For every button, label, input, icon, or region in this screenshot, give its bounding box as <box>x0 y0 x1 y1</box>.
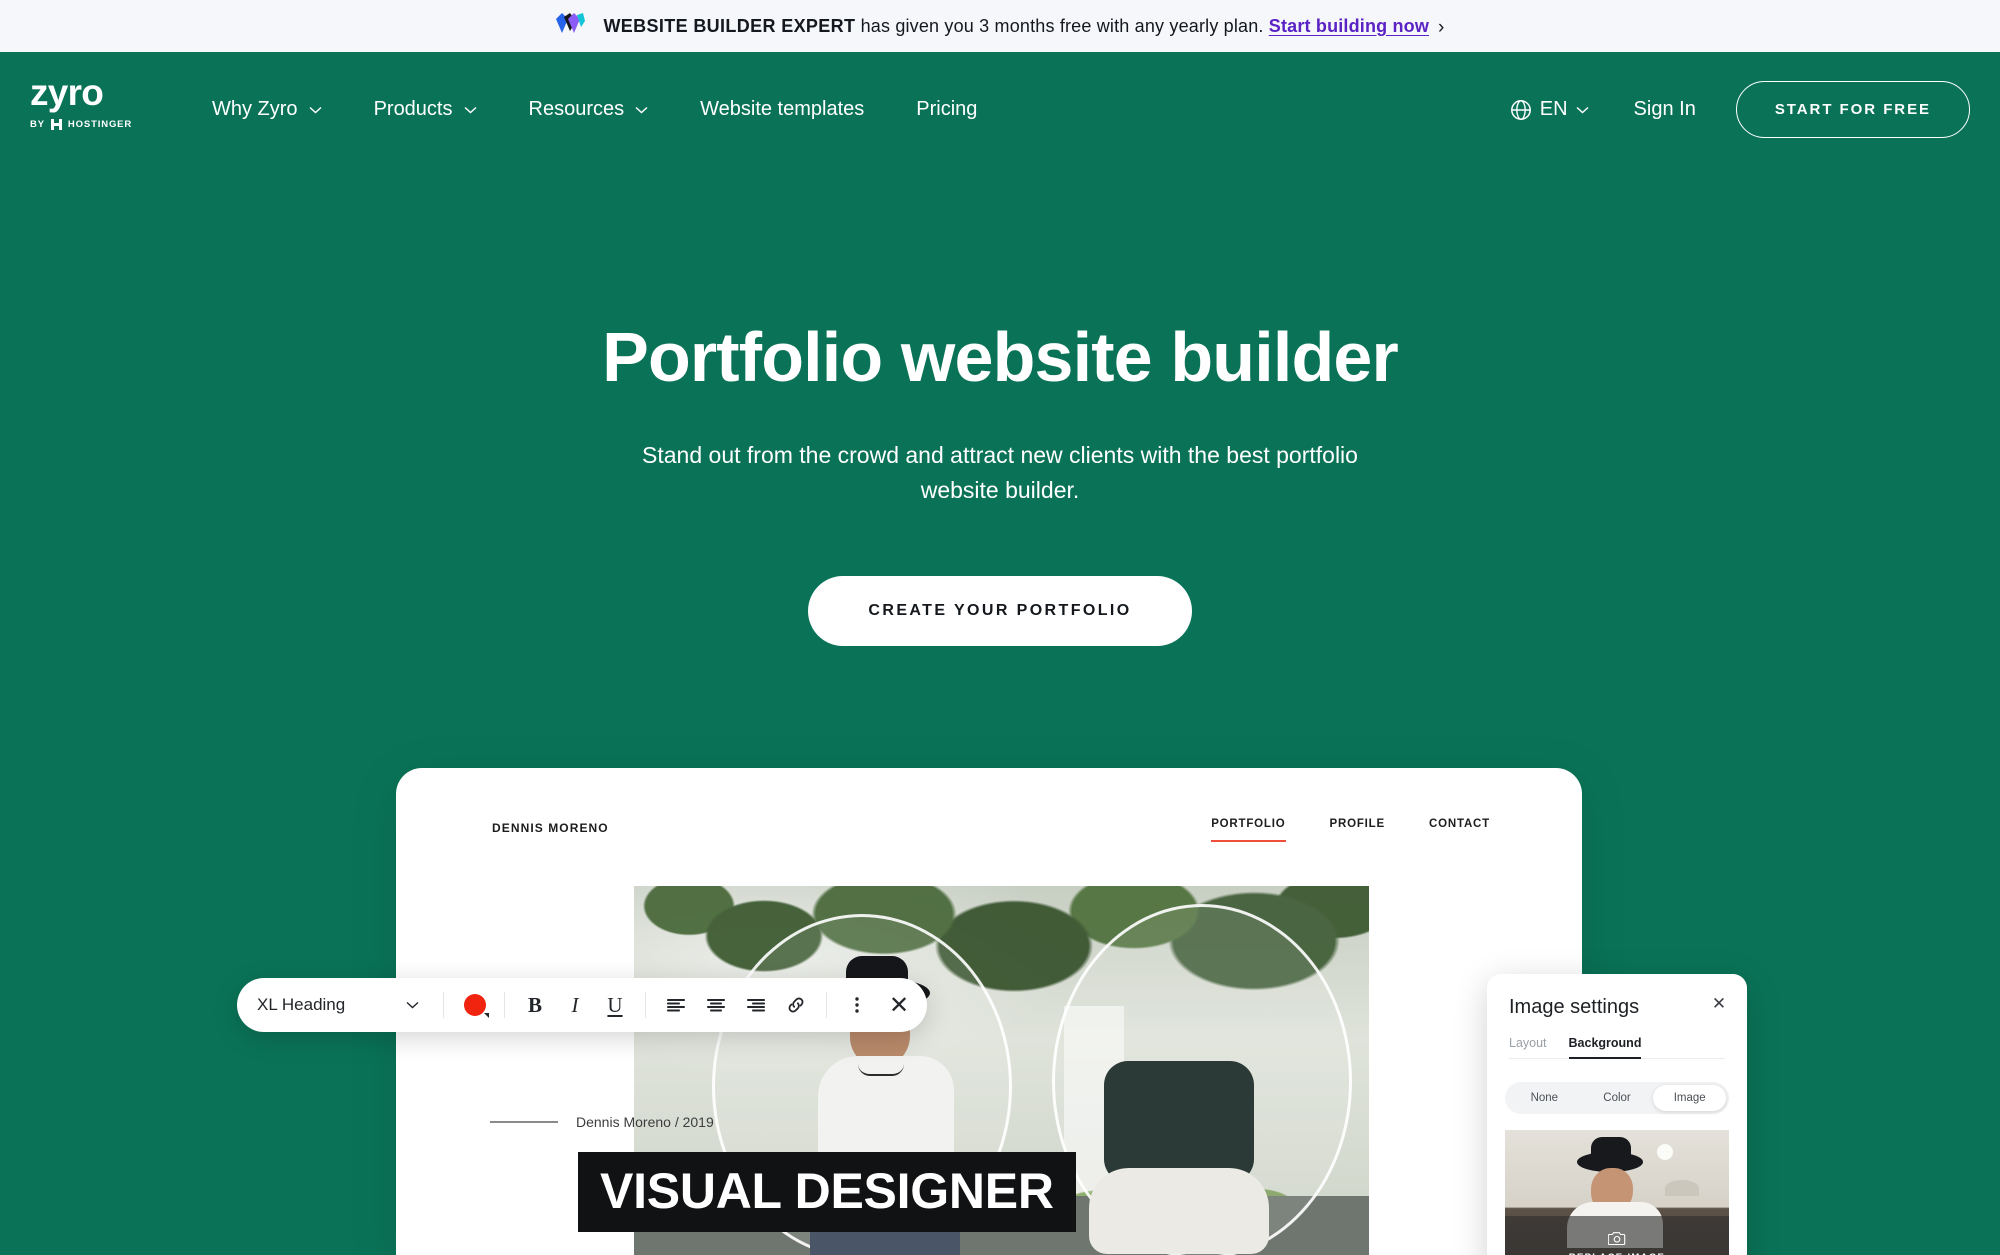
image-settings-title: Image settings <box>1509 996 1640 1018</box>
promo-message: WEBSITE BUILDER EXPERT has given you 3 m… <box>603 16 1444 37</box>
image-settings-panel: Image settings ✕ Layout Background None … <box>1487 974 1747 1255</box>
align-center-icon[interactable] <box>696 985 736 1025</box>
underline-button[interactable]: U <box>595 985 635 1025</box>
text-editor-toolbar: XL Heading B I U ✕ <box>237 978 927 1032</box>
start-building-now-link[interactable]: Start building now <box>1269 16 1429 36</box>
mockup-nav-portfolio[interactable]: PORTFOLIO <box>1211 818 1286 842</box>
photo-necklace <box>858 1064 904 1076</box>
thumbnail-lamp-shade <box>1665 1180 1699 1196</box>
chevron-right-icon: › <box>1438 16 1445 38</box>
tab-background[interactable]: Background <box>1568 1036 1641 1059</box>
image-settings-tabs: Layout Background <box>1509 1036 1725 1059</box>
more-vertical-icon[interactable] <box>837 985 877 1025</box>
segment-image[interactable]: Image <box>1653 1085 1727 1111</box>
mockup-site-header: DENNIS MORENO PORTFOLIO PROFILE CONTACT <box>396 768 1582 886</box>
mockup-headline: VISUAL DESIGNER <box>578 1152 1076 1232</box>
promo-brand: WEBSITE BUILDER EXPERT <box>603 15 856 36</box>
heading-style-value: XL Heading <box>257 995 346 1014</box>
mockup-site-brand: DENNIS MORENO <box>492 821 609 835</box>
mockup-site-nav: PORTFOLIO PROFILE CONTACT <box>1211 818 1490 842</box>
background-image-thumbnail[interactable]: REPLACE IMAGE <box>1505 1130 1729 1255</box>
thumbnail-light <box>1657 1144 1673 1160</box>
bold-button[interactable]: B <box>515 985 555 1025</box>
product-mockup: DENNIS MORENO PORTFOLIO PROFILE CONTACT <box>0 52 2000 1255</box>
background-type-segmented-control: None Color Image <box>1505 1082 1729 1114</box>
website-builder-expert-logo-icon <box>556 13 586 33</box>
toolbar-divider <box>826 992 827 1018</box>
replace-image-overlay[interactable]: REPLACE IMAGE <box>1505 1216 1729 1255</box>
chevron-down-icon <box>406 1001 419 1009</box>
italic-button[interactable]: I <box>555 985 595 1025</box>
toolbar-divider <box>443 992 444 1018</box>
tab-layout[interactable]: Layout <box>1509 1036 1547 1058</box>
text-color-swatch[interactable] <box>464 994 489 1018</box>
photo-pillow <box>1104 1061 1254 1183</box>
align-right-icon[interactable] <box>736 985 776 1025</box>
mockup-nav-profile[interactable]: PROFILE <box>1330 818 1385 842</box>
toolbar-divider <box>645 992 646 1018</box>
close-toolbar-button[interactable]: ✕ <box>877 983 921 1027</box>
link-icon[interactable] <box>776 985 816 1025</box>
byline-text: Dennis Moreno / 2019 <box>576 1114 714 1130</box>
segment-none[interactable]: None <box>1508 1085 1581 1111</box>
photo-cushion <box>1089 1168 1269 1254</box>
hero-section: zyro BY HOSTINGER Why Zyro Products Reso… <box>0 52 2000 1255</box>
align-left-icon[interactable] <box>656 985 696 1025</box>
byline-rule <box>490 1121 558 1123</box>
camera-icon <box>1608 1232 1626 1246</box>
toolbar-divider <box>504 992 505 1018</box>
mockup-nav-contact[interactable]: CONTACT <box>1429 818 1490 842</box>
segment-color[interactable]: Color <box>1581 1085 1654 1111</box>
mockup-byline: Dennis Moreno / 2019 <box>490 1114 714 1130</box>
promo-body: has given you 3 months free with any yea… <box>855 15 1269 36</box>
heading-style-select[interactable]: XL Heading <box>237 995 433 1015</box>
promo-banner: WEBSITE BUILDER EXPERT has given you 3 m… <box>0 0 2000 52</box>
close-icon[interactable]: ✕ <box>1707 992 1731 1016</box>
